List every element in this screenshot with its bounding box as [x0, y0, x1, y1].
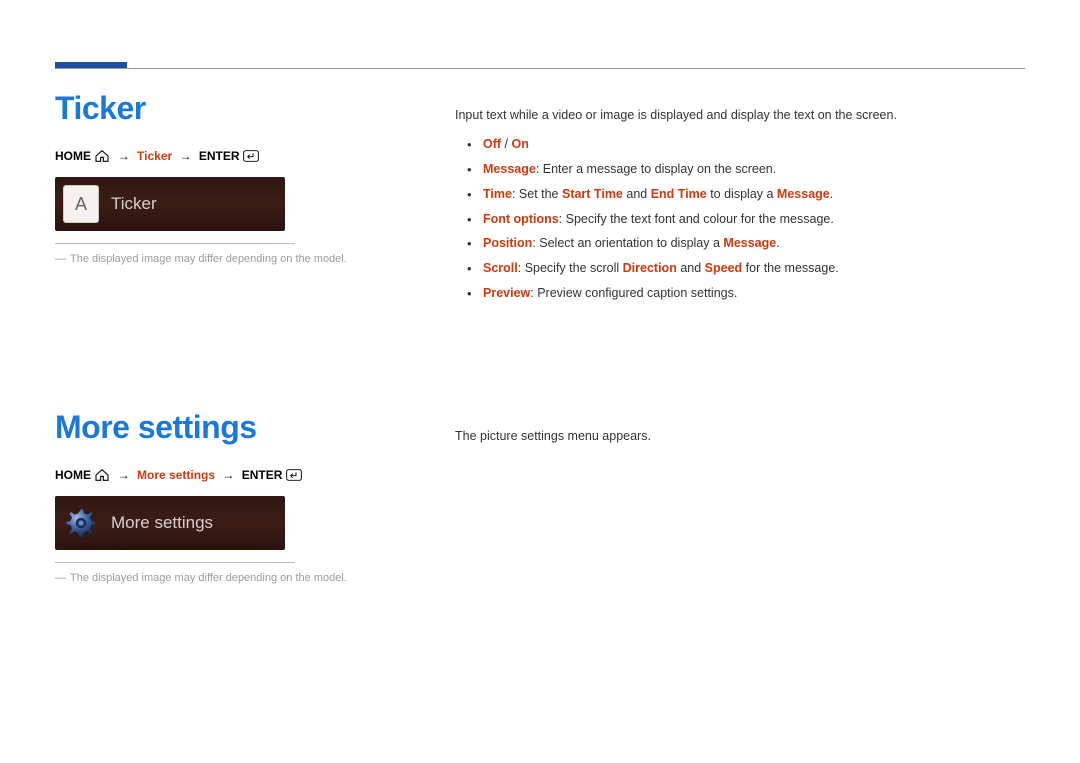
more-settings-note: ―The displayed image may differ dependin…	[55, 571, 395, 586]
more-settings-menu-tile: More settings	[55, 496, 285, 550]
ticker-heading: Ticker	[55, 90, 395, 127]
enter-icon	[243, 149, 259, 163]
breadcrumb-more-settings-label: More settings	[137, 468, 215, 482]
ticker-tile-icon: A	[63, 185, 99, 223]
ticker-tile-icon-letter: A	[75, 194, 87, 215]
list-item: Position: Select an orientation to displ…	[455, 234, 1015, 253]
header-rule	[55, 68, 1025, 69]
breadcrumb-arrow: →	[218, 468, 238, 482]
more-settings-breadcrumb: HOME → More settings → ENTER	[55, 468, 395, 482]
breadcrumb-home-label: HOME	[55, 149, 91, 163]
list-item: Scroll: Specify the scroll Direction and…	[455, 259, 1015, 278]
ticker-menu-tile: A Ticker	[55, 177, 285, 231]
more-settings-body-text: The picture settings menu appears.	[455, 379, 1015, 446]
more-settings-tile-label: More settings	[111, 513, 213, 533]
list-item: Font options: Specify the text font and …	[455, 210, 1015, 229]
separator	[55, 243, 295, 244]
list-item: Off / On	[455, 135, 1015, 154]
breadcrumb-ticker-label: Ticker	[137, 149, 172, 163]
more-settings-heading: More settings	[55, 409, 395, 446]
ticker-note: ―The displayed image may differ dependin…	[55, 252, 395, 267]
breadcrumb-arrow: →	[114, 468, 134, 482]
enter-icon	[286, 468, 302, 482]
ticker-breadcrumb: HOME → Ticker → ENTER	[55, 149, 395, 163]
home-icon	[94, 149, 110, 163]
ticker-options-list: Off / On Message: Enter a message to dis…	[455, 135, 1015, 302]
breadcrumb-enter-label: ENTER	[242, 468, 283, 482]
separator	[55, 562, 295, 563]
section-more-settings: More settings HOME → More settings → ENT…	[55, 379, 1025, 586]
breadcrumb-arrow: →	[114, 149, 134, 163]
breadcrumb-arrow: →	[176, 149, 196, 163]
section-ticker: Ticker HOME → Ticker → ENTER A Ticker	[55, 60, 1025, 309]
ticker-tile-label: Ticker	[111, 194, 157, 214]
list-item: Message: Enter a message to display on t…	[455, 160, 1015, 179]
gear-icon	[63, 505, 99, 541]
breadcrumb-home-label: HOME	[55, 468, 91, 482]
list-item: Preview: Preview configured caption sett…	[455, 284, 1015, 303]
breadcrumb-enter-label: ENTER	[199, 149, 240, 163]
list-item: Time: Set the Start Time and End Time to…	[455, 185, 1015, 204]
home-icon	[94, 468, 110, 482]
ticker-intro-text: Input text while a video or image is dis…	[455, 60, 1015, 125]
